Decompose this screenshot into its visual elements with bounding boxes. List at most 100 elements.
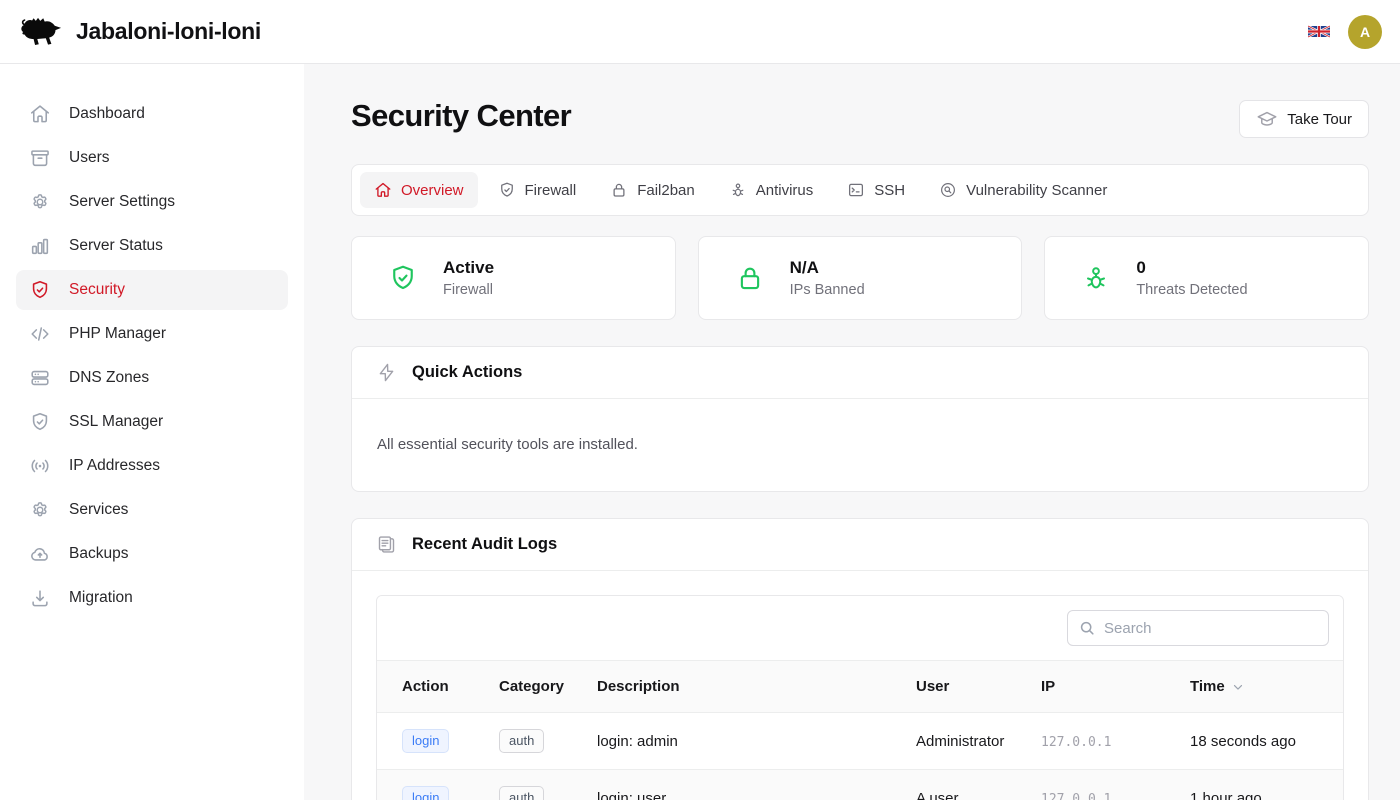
user-avatar[interactable]: A <box>1348 15 1382 49</box>
sidebar-item-server-status[interactable]: Server Status <box>16 226 288 266</box>
tab-ssh[interactable]: SSH <box>833 172 919 208</box>
category-badge: auth <box>499 729 544 753</box>
sidebar-item-services[interactable]: Services <box>16 490 288 530</box>
shield-check-icon <box>388 263 418 293</box>
sidebar-item-migration[interactable]: Migration <box>16 578 288 618</box>
quick-actions-card: Quick Actions All essential security too… <box>351 346 1369 492</box>
broadcast-icon <box>28 454 52 478</box>
tab-fail2ban[interactable]: Fail2ban <box>596 172 709 208</box>
tab-overview[interactable]: Overview <box>360 172 478 208</box>
stat-value: N/A <box>790 258 865 278</box>
tab-vulnerability-scanner[interactable]: Vulnerability Scanner <box>925 172 1121 208</box>
sidebar-item-php-manager[interactable]: PHP Manager <box>16 314 288 354</box>
sidebar-item-users[interactable]: Users <box>16 138 288 178</box>
sidebar-item-label: PHP Manager <box>69 325 166 343</box>
shield-check-icon <box>28 410 52 434</box>
quick-actions-title: Quick Actions <box>412 363 522 382</box>
audit-logs-title: Recent Audit Logs <box>412 535 557 554</box>
lock-icon <box>610 181 628 199</box>
sidebar-item-label: Services <box>69 501 128 519</box>
stat-card-threats: 0 Threats Detected <box>1044 236 1369 320</box>
take-tour-label: Take Tour <box>1287 111 1352 128</box>
stat-card-firewall: Active Firewall <box>351 236 676 320</box>
lightning-icon <box>376 362 397 383</box>
stat-label: Firewall <box>443 282 494 298</box>
sidebar-item-label: Backups <box>69 545 128 563</box>
tab-firewall[interactable]: Firewall <box>484 172 591 208</box>
clipboard-icon <box>376 534 397 555</box>
column-header-ip[interactable]: IP <box>1029 661 1178 713</box>
sidebar-item-label: SSL Manager <box>69 413 163 431</box>
tab-label: Vulnerability Scanner <box>966 182 1107 199</box>
tab-label: Antivirus <box>756 182 814 199</box>
sidebar-item-security[interactable]: Security <box>16 270 288 310</box>
home-icon <box>28 102 52 126</box>
description-cell: login: user <box>585 770 904 800</box>
brand[interactable]: Jabaloni-loni-loni <box>18 12 261 52</box>
tab-label: Overview <box>401 182 464 199</box>
ip-cell: 127.0.0.1 <box>1041 792 1111 800</box>
sidebar-item-label: DNS Zones <box>69 369 149 387</box>
security-tabs: Overview Firewall Fail2ban Antivirus <box>351 164 1369 216</box>
app-title: Jabaloni-loni-loni <box>76 18 261 45</box>
lock-icon <box>735 263 765 293</box>
sidebar-item-label: Migration <box>69 589 133 607</box>
sidebar-item-ssl-manager[interactable]: SSL Manager <box>16 402 288 442</box>
cloud-upload-icon <box>28 542 52 566</box>
sidebar: Dashboard Users Server Settings Server S… <box>0 64 304 800</box>
stat-cards: Active Firewall N/A IPs Banned 0 <box>351 236 1369 320</box>
bar-chart-icon <box>28 234 52 258</box>
bug-icon <box>1081 263 1111 293</box>
sidebar-item-label: IP Addresses <box>69 457 160 475</box>
sidebar-item-dns-zones[interactable]: DNS Zones <box>16 358 288 398</box>
uk-flag-icon[interactable] <box>1308 24 1330 39</box>
sidebar-item-label: Server Status <box>69 237 163 255</box>
column-header-description[interactable]: Description <box>585 661 904 713</box>
stat-value: 0 <box>1136 258 1247 278</box>
audit-table: Action Category Description User IP Time <box>377 660 1343 800</box>
sidebar-item-label: Security <box>69 281 125 299</box>
column-header-user[interactable]: User <box>904 661 1029 713</box>
graduation-cap-icon <box>1256 108 1278 130</box>
table-row[interactable]: login auth login: user A user 127.0.0.1 … <box>377 770 1343 800</box>
sidebar-item-label: Dashboard <box>69 105 145 123</box>
search-input[interactable] <box>1067 610 1329 646</box>
action-badge: login <box>402 786 449 800</box>
terminal-icon <box>847 181 865 199</box>
action-badge: login <box>402 729 449 753</box>
ip-cell: 127.0.0.1 <box>1041 735 1111 750</box>
shield-check-icon <box>498 181 516 199</box>
sidebar-item-server-settings[interactable]: Server Settings <box>16 182 288 222</box>
home-icon <box>374 181 392 199</box>
column-header-time-label: Time <box>1190 678 1225 695</box>
column-header-time[interactable]: Time <box>1178 661 1343 713</box>
boar-logo-icon <box>18 12 66 52</box>
page-title: Security Center <box>351 98 571 134</box>
audit-logs-card: Recent Audit Logs <box>351 518 1369 800</box>
quick-actions-message: All essential security tools are install… <box>376 423 1344 467</box>
download-icon <box>28 586 52 610</box>
gear-icon <box>28 190 52 214</box>
main-content: Security Center Take Tour Overview Fir <box>304 64 1400 800</box>
top-header: Jabaloni-loni-loni A <box>0 0 1400 64</box>
sidebar-item-backups[interactable]: Backups <box>16 534 288 574</box>
time-cell: 1 hour ago <box>1178 770 1343 800</box>
take-tour-button[interactable]: Take Tour <box>1239 100 1369 138</box>
bug-icon <box>729 181 747 199</box>
audit-table-frame: Action Category Description User IP Time <box>376 595 1344 800</box>
server-stack-icon <box>28 366 52 390</box>
column-header-action[interactable]: Action <box>377 661 487 713</box>
sidebar-item-label: Server Settings <box>69 193 175 211</box>
column-header-category[interactable]: Category <box>487 661 585 713</box>
description-cell: login: admin <box>585 713 904 770</box>
sidebar-item-dashboard[interactable]: Dashboard <box>16 94 288 134</box>
category-badge: auth <box>499 786 544 800</box>
stat-card-ips-banned: N/A IPs Banned <box>698 236 1023 320</box>
sidebar-item-ip-addresses[interactable]: IP Addresses <box>16 446 288 486</box>
table-row[interactable]: login auth login: admin Administrator 12… <box>377 713 1343 770</box>
code-icon <box>28 322 52 346</box>
scan-circle-icon <box>939 181 957 199</box>
tab-antivirus[interactable]: Antivirus <box>715 172 828 208</box>
user-cell: A user <box>904 770 1029 800</box>
shield-check-icon <box>28 278 52 302</box>
